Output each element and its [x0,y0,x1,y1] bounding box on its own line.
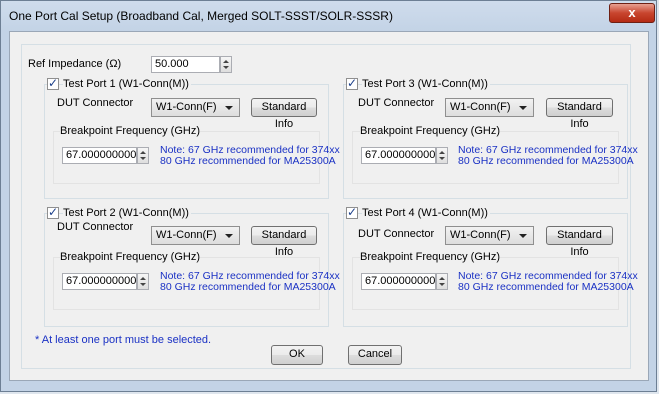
port-2-breakpoint-box: Breakpoint Frequency (GHz) 67.000000000 … [53,251,340,310]
close-button[interactable]: x [609,3,655,23]
window-title: One Port Cal Setup (Broadband Cal, Merge… [9,9,393,23]
ref-impedance-spinner[interactable] [220,56,232,73]
port-2-note: Note: 67 GHz recommended for 374xx 80 GHz… [160,271,340,293]
port-1-dut-connector-label: DUT Connector [57,97,134,109]
port-1-connector-value: W1-Conn(F) [156,101,217,113]
spin-down-icon [439,283,445,286]
port-1-checkbox[interactable] [47,76,59,90]
spin-down-icon [140,283,146,286]
port-3-dut-connector-label: DUT Connector [358,97,435,109]
port-2-connector-value: W1-Conn(F) [156,229,217,241]
chevron-down-icon [225,234,233,238]
close-icon: x [628,5,636,20]
note-line-2: 80 GHz recommended for MA25300A [160,155,336,167]
port-4-group: Test Port 4 (W1-Conn(M)) DUT Connector W… [343,205,638,327]
port-3-checkbox[interactable] [346,76,358,90]
port-1-label: Test Port 1 (W1-Conn(M)) [63,78,191,90]
spin-up-icon [439,277,445,280]
spin-up-icon [140,277,146,280]
port-3-connector-select[interactable]: W1-Conn(F) [445,98,534,117]
port-4-breakpoint-box: Breakpoint Frequency (GHz) 67.000000000 … [352,251,638,310]
port-4-label: Test Port 4 (W1-Conn(M)) [362,207,490,219]
port-4-note: Note: 67 GHz recommended for 374xx 80 GHz… [458,271,638,293]
port-1-connector-select[interactable]: W1-Conn(F) [151,98,240,117]
port-3-standard-info-button[interactable]: Standard Info [546,98,613,130]
port-3-group: Test Port 3 (W1-Conn(M)) DUT Connector W… [343,76,638,199]
port-4-connector-select[interactable]: W1-Conn(F) [445,226,534,245]
settings-frame: Ref Impedance (Ω) 50.000 Test Port 1 (W1… [21,44,638,369]
port-3-note: Note: 67 GHz recommended for 374xx 80 GHz… [458,145,638,167]
spin-up-icon [439,151,445,154]
port-4-standard-info-button[interactable]: Standard Info [546,226,613,258]
dialog-window: One Port Cal Setup (Broadband Cal, Merge… [0,0,657,392]
window-bottom-border [1,382,656,393]
chevron-down-icon [519,234,527,238]
ok-button[interactable]: OK [271,345,323,365]
port-1-group: Test Port 1 (W1-Conn(M)) DUT Connector W… [44,76,340,199]
port-2-standard-info-button[interactable]: Standard Info [251,226,317,258]
chevron-down-icon [519,106,527,110]
port-2-breakpoint-input[interactable]: 67.000000000 [62,273,137,290]
port-1-note: Note: 67 GHz recommended for 374xx 80 GHz… [160,145,340,167]
port-3-breakpoint-spinner[interactable] [436,147,448,164]
note-line-2: 80 GHz recommended for MA25300A [458,281,634,293]
port-2-group: Test Port 2 (W1-Conn(M)) DUT Connector W… [44,205,340,327]
port-4-breakpoint-label: Breakpoint Frequency (GHz) [360,251,500,263]
port-1-breakpoint-box: Breakpoint Frequency (GHz) 67.000000000 … [53,125,340,184]
port-3-connector-value: W1-Conn(F) [450,101,511,113]
port-4-breakpoint-input[interactable]: 67.000000000 [361,273,436,290]
port-4-dut-connector-label: DUT Connector [358,228,435,240]
port-4-connector-value: W1-Conn(F) [450,229,511,241]
spin-down-icon [223,66,229,69]
port-1-standard-info-button[interactable]: Standard Info [251,98,317,130]
port-2-connector-select[interactable]: W1-Conn(F) [151,226,240,245]
chevron-down-icon [225,106,233,110]
spin-up-icon [223,60,229,63]
ref-impedance-input[interactable]: 50.000 [151,56,220,73]
ref-impedance-label: Ref Impedance (Ω) [28,58,122,70]
port-2-dut-connector-label: DUT Connector [57,221,134,233]
dialog-client-area: Ref Impedance (Ω) 50.000 Test Port 1 (W1… [9,31,649,381]
port-3-breakpoint-input[interactable]: 67.000000000 [361,147,436,164]
spin-down-icon [439,157,445,160]
port-3-breakpoint-label: Breakpoint Frequency (GHz) [360,125,500,137]
cancel-button[interactable]: Cancel [348,345,402,365]
port-1-breakpoint-input[interactable]: 67.000000000 [62,147,137,164]
port-4-checkbox[interactable] [346,205,358,219]
port-2-breakpoint-spinner[interactable] [137,273,149,290]
port-3-breakpoint-box: Breakpoint Frequency (GHz) 67.000000000 … [352,125,638,184]
port-4-breakpoint-spinner[interactable] [436,273,448,290]
spin-down-icon [140,157,146,160]
port-2-checkbox[interactable] [47,205,59,219]
selection-warning: * At least one port must be selected. [35,334,212,346]
port-1-breakpoint-label: Breakpoint Frequency (GHz) [60,125,200,137]
note-line-2: 80 GHz recommended for MA25300A [160,281,336,293]
port-1-breakpoint-spinner[interactable] [137,147,149,164]
port-2-breakpoint-label: Breakpoint Frequency (GHz) [60,251,200,263]
title-bar: One Port Cal Setup (Broadband Cal, Merge… [1,1,656,31]
port-3-label: Test Port 3 (W1-Conn(M)) [362,78,490,90]
port-2-label: Test Port 2 (W1-Conn(M)) [63,207,191,219]
note-line-2: 80 GHz recommended for MA25300A [458,155,634,167]
spin-up-icon [140,151,146,154]
